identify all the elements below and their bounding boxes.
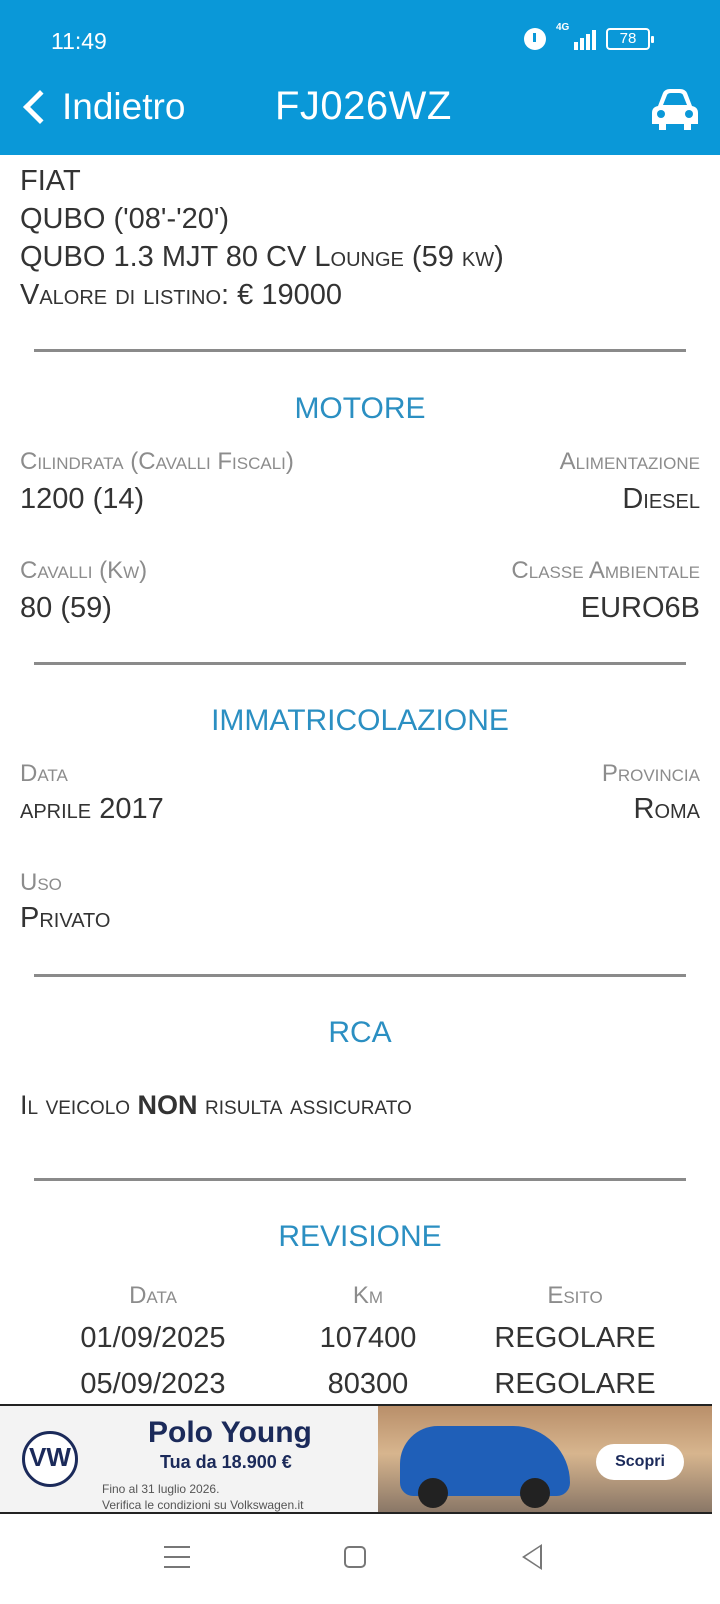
vw-logo-icon: VW bbox=[22, 1431, 78, 1487]
uso-label: Uso bbox=[20, 869, 62, 896]
rca-text-after: risulta assicurato bbox=[197, 1090, 412, 1120]
back-triangle-icon[interactable] bbox=[522, 1544, 542, 1570]
cilindrata-value: 1200 (14) bbox=[20, 483, 145, 515]
revisione-row-data: 01/09/2025 bbox=[80, 1322, 226, 1354]
back-button[interactable]: Indietro bbox=[18, 82, 185, 132]
plate-title: FJ026WZ bbox=[275, 84, 452, 128]
classe-label: Classe Ambientale bbox=[511, 557, 700, 584]
network-type: 4G bbox=[556, 22, 570, 33]
ad-banner[interactable]: VW Polo Young Tua da 18.900 € Fino al 31… bbox=[0, 1404, 712, 1514]
signal-icon: 4G bbox=[556, 22, 596, 50]
ad-fine-print: Verifica le condizioni su Volkswagen.it bbox=[102, 1498, 304, 1512]
vehicle-make: FIAT bbox=[20, 165, 81, 197]
data-label: Data bbox=[20, 760, 68, 787]
revisione-row-esito: REGOLARE bbox=[494, 1322, 656, 1354]
cilindrata-label: Cilindrata (Cavalli Fiscali) bbox=[20, 448, 294, 475]
ad-cta-button[interactable]: Scopri bbox=[596, 1444, 684, 1480]
status-time: 11:49 bbox=[51, 28, 107, 54]
rca-status: Il veicolo NON risulta assicurato bbox=[20, 1090, 412, 1121]
ad-fine-print: Fino al 31 luglio 2026. bbox=[102, 1482, 220, 1496]
section-title-revisione: REVISIONE bbox=[278, 1220, 442, 1253]
ad-car-image bbox=[400, 1426, 570, 1508]
divider bbox=[34, 974, 686, 977]
back-label: Indietro bbox=[62, 86, 186, 127]
provincia-label: Provincia bbox=[601, 760, 700, 787]
cavalli-value: 80 (59) bbox=[20, 592, 112, 624]
ad-title: Polo Young bbox=[148, 1416, 312, 1449]
provincia-value: Roma bbox=[633, 793, 701, 825]
chevron-left-icon bbox=[23, 90, 57, 124]
rca-text-before: Il veicolo bbox=[20, 1090, 138, 1120]
revisione-column-esito: Esito bbox=[547, 1282, 603, 1309]
rca-text-bold: NON bbox=[137, 1090, 198, 1120]
revisione-row-data: 05/09/2023 bbox=[80, 1368, 226, 1400]
home-icon[interactable] bbox=[344, 1546, 366, 1568]
ad-logo-text: VW bbox=[29, 1442, 71, 1472]
alarm-icon bbox=[524, 28, 546, 50]
vehicle-list-price: Valore di listino: € 19000 bbox=[20, 279, 342, 311]
section-title-rca: RCA bbox=[328, 1016, 392, 1049]
vehicle-info: FIAT QUBO ('08'-'20') QUBO 1.3 MJT 80 CV… bbox=[20, 162, 504, 314]
divider bbox=[34, 1178, 686, 1181]
ad-subtitle: Tua da 18.900 € bbox=[160, 1452, 292, 1472]
battery-icon: 78 bbox=[606, 28, 654, 50]
revisione-row-km: 80300 bbox=[327, 1368, 409, 1400]
revisione-column-data: Data bbox=[129, 1282, 177, 1309]
section-title-motore: MOTORE bbox=[294, 392, 426, 425]
revisione-column-km: Km bbox=[352, 1282, 384, 1309]
divider bbox=[34, 349, 686, 352]
vehicle-model: QUBO ('08'-'20') bbox=[20, 203, 230, 235]
status-icons: 4G 78 bbox=[524, 22, 654, 50]
vehicle-version: QUBO 1.3 MJT 80 CV Lounge (59 kw) bbox=[20, 241, 504, 273]
car-icon[interactable] bbox=[648, 86, 702, 132]
uso-value: Privato bbox=[20, 902, 111, 934]
data-value: aprile 2017 bbox=[20, 793, 164, 825]
recents-icon[interactable] bbox=[164, 1546, 190, 1568]
cavalli-label: Cavalli (Kw) bbox=[20, 557, 148, 584]
classe-value: EURO6B bbox=[580, 592, 700, 624]
app-header: 11:49 4G 78 Indietro FJ026WZ bbox=[0, 0, 720, 155]
section-title-immatricolazione: IMMATRICOLAZIONE bbox=[211, 704, 509, 737]
system-nav-bar bbox=[0, 1516, 720, 1604]
divider bbox=[34, 662, 686, 665]
alimentazione-label: Alimentazione bbox=[559, 448, 700, 475]
revisione-row-km: 107400 bbox=[319, 1322, 417, 1354]
revisione-row-esito: REGOLARE bbox=[494, 1368, 656, 1400]
alimentazione-value: Diesel bbox=[622, 483, 700, 515]
